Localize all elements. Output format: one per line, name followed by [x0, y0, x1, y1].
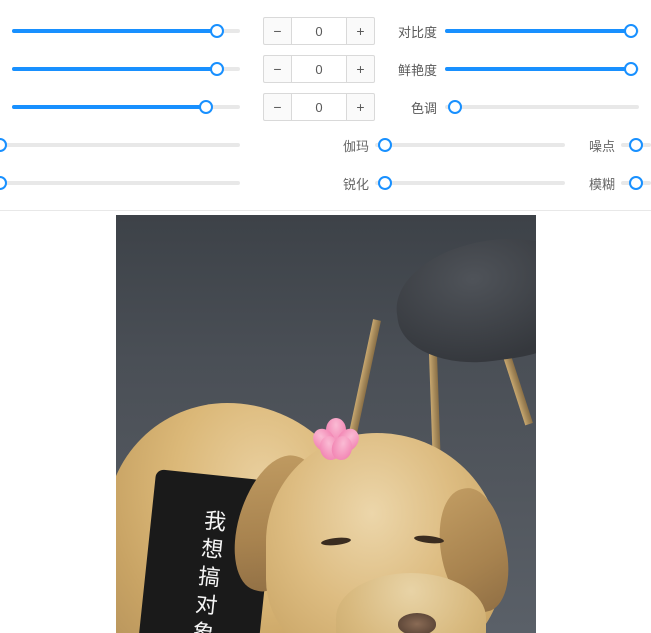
stepper-plus-button[interactable]: + — [347, 55, 375, 83]
slider-cell — [375, 181, 571, 185]
slider-handle[interactable] — [0, 176, 7, 190]
hue-input[interactable] — [291, 93, 347, 121]
stepper-minus-button[interactable]: − — [263, 17, 291, 45]
slider-cell — [0, 29, 240, 33]
blur-slider[interactable] — [621, 181, 651, 185]
slider-handle[interactable] — [624, 24, 638, 38]
gamma-label-cell: 伽玛 — [240, 136, 375, 155]
dog-nose — [398, 613, 436, 633]
slider-handle[interactable] — [199, 100, 213, 114]
saturation-input[interactable] — [291, 55, 347, 83]
control-row: − + 色调 — [0, 88, 651, 126]
flower — [314, 418, 358, 458]
slider-cell — [621, 181, 651, 185]
slider-left-4[interactable] — [0, 143, 240, 147]
contrast-stepper: − + — [263, 17, 375, 45]
slider-cell — [0, 67, 240, 71]
slider-cell — [621, 143, 651, 147]
stepper-cell: − + — [240, 55, 375, 83]
image-preview-area: 我想搞对象 — [0, 211, 651, 633]
contrast-label: 对比度 — [375, 22, 445, 41]
slider-left-1[interactable] — [12, 29, 240, 33]
preview-image: 我想搞对象 — [116, 215, 536, 633]
slider-left-5[interactable] — [0, 181, 240, 185]
gamma-slider[interactable] — [375, 143, 565, 147]
gamma-label: 伽玛 — [343, 136, 375, 155]
noise-label: 噪点 — [571, 136, 621, 155]
stepper-plus-button[interactable]: + — [347, 93, 375, 121]
slider-handle[interactable] — [629, 176, 643, 190]
stepper-cell: − + — [240, 17, 375, 45]
hue-stepper: − + — [263, 93, 375, 121]
control-row: 伽玛 噪点 — [0, 126, 651, 164]
stepper-minus-button[interactable]: − — [263, 93, 291, 121]
slider-handle[interactable] — [624, 62, 638, 76]
slider-cell — [445, 29, 651, 33]
stepper-cell: − + — [240, 93, 375, 121]
slider-handle[interactable] — [210, 62, 224, 76]
stepper-minus-button[interactable]: − — [263, 55, 291, 83]
slider-handle[interactable] — [0, 138, 7, 152]
slider-handle[interactable] — [378, 176, 392, 190]
slider-handle[interactable] — [448, 100, 462, 114]
sharpen-slider[interactable] — [375, 181, 565, 185]
blur-label: 模糊 — [571, 174, 621, 193]
slider-cell — [0, 105, 240, 109]
contrast-slider[interactable] — [445, 29, 639, 33]
slider-cell — [375, 143, 571, 147]
control-row: − + 对比度 — [0, 12, 651, 50]
stepper-plus-button[interactable]: + — [347, 17, 375, 45]
noise-slider[interactable] — [621, 143, 651, 147]
slider-cell — [0, 143, 240, 147]
contrast-input[interactable] — [291, 17, 347, 45]
slider-cell — [445, 67, 651, 71]
hue-slider[interactable] — [445, 105, 639, 109]
slider-left-3[interactable] — [12, 105, 240, 109]
harness-text: 我想搞对象 — [183, 508, 229, 633]
control-row: − + 鲜艳度 — [0, 50, 651, 88]
dog: 我想搞对象 — [116, 333, 536, 633]
slider-cell — [0, 181, 240, 185]
hue-label: 色调 — [375, 98, 445, 117]
slider-left-2[interactable] — [12, 67, 240, 71]
slider-cell — [445, 105, 651, 109]
saturation-label: 鲜艳度 — [375, 60, 445, 79]
saturation-stepper: − + — [263, 55, 375, 83]
sharpen-label: 锐化 — [343, 174, 375, 193]
control-row: 锐化 模糊 — [0, 164, 651, 202]
adjustment-controls: − + 对比度 − + 鲜艳度 — [0, 0, 651, 211]
slider-handle[interactable] — [210, 24, 224, 38]
sharpen-label-cell: 锐化 — [240, 174, 375, 193]
slider-handle[interactable] — [378, 138, 392, 152]
saturation-slider[interactable] — [445, 67, 639, 71]
slider-handle[interactable] — [629, 138, 643, 152]
